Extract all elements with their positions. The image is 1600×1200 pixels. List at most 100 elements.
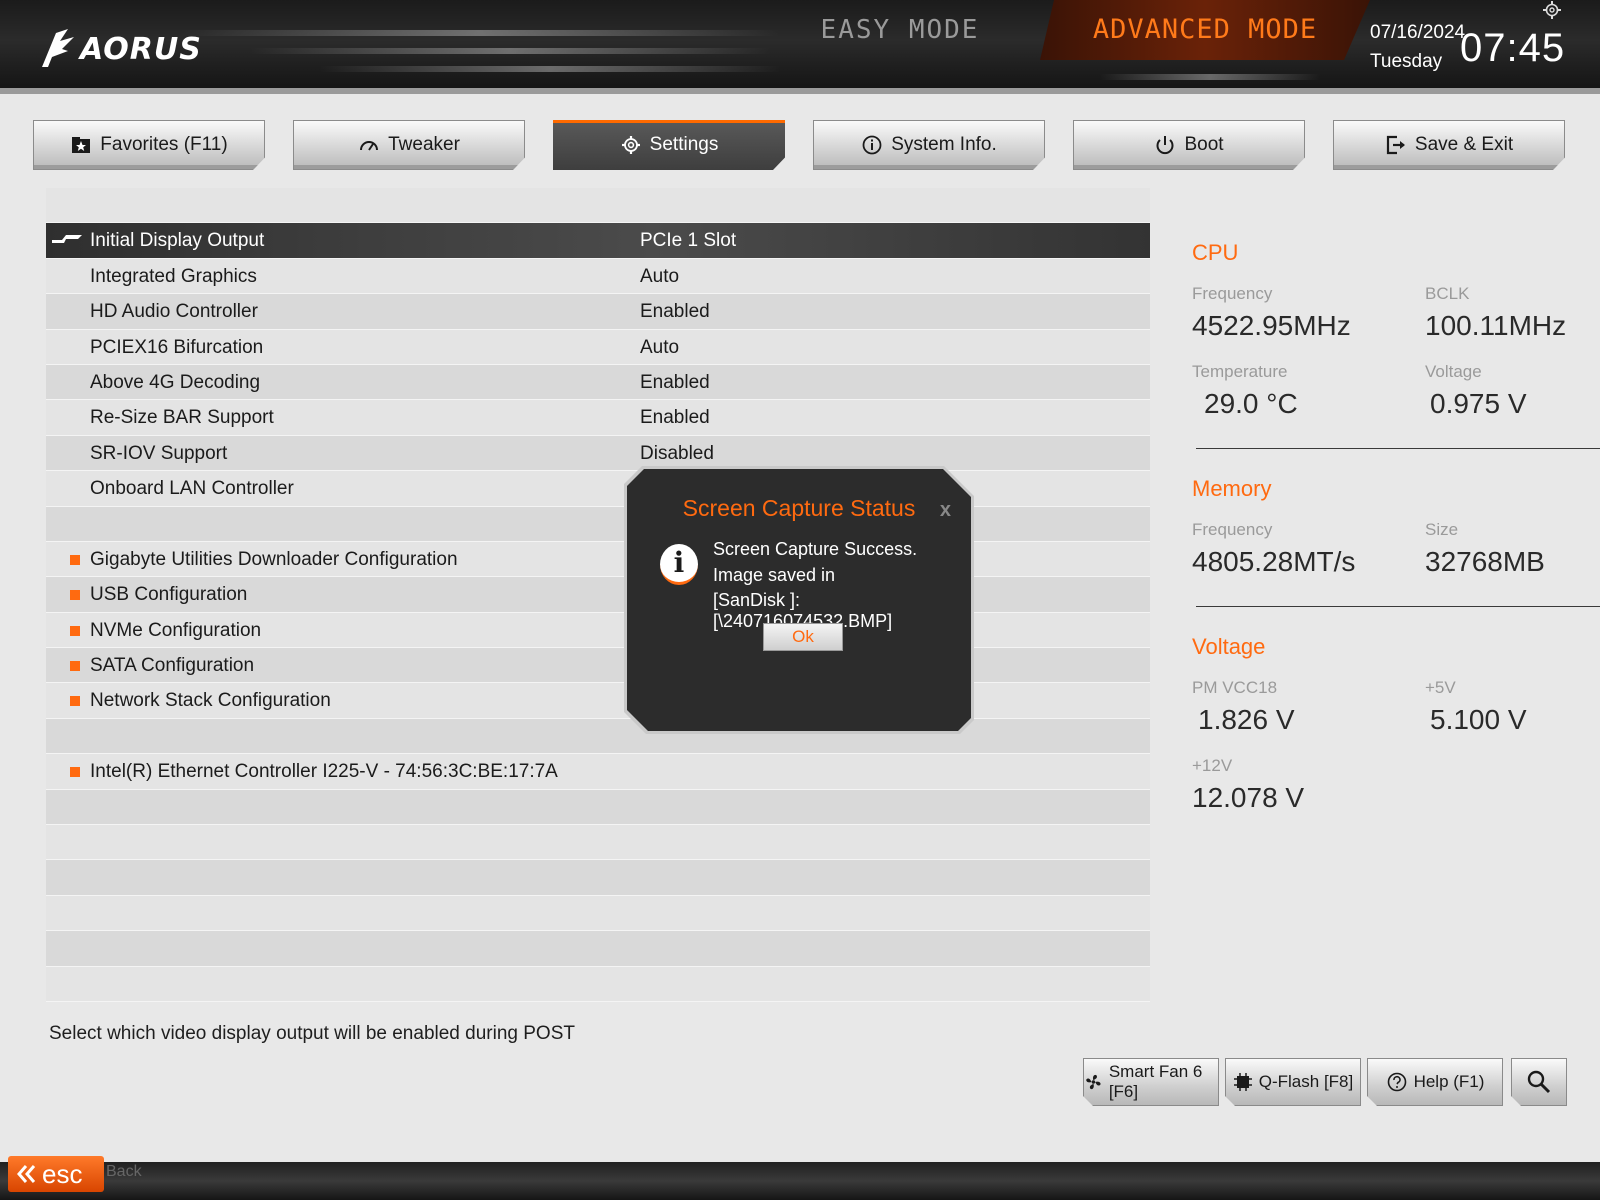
day-display: Tuesday [1370, 51, 1443, 72]
setting-row[interactable]: PCIEX16 Bifurcation Auto [46, 329, 1150, 365]
help-label: Help (F1) [1413, 1072, 1485, 1091]
cpu-temperature-label: Temperature [1192, 362, 1288, 381]
esc-label: esc [42, 1159, 83, 1189]
setting-name: Onboard LAN Controller [90, 478, 294, 500]
header-streak [250, 48, 770, 54]
selection-marker-icon [52, 235, 82, 244]
tab-boot[interactable]: Boot [1073, 120, 1305, 170]
chip-icon [1233, 1072, 1253, 1092]
tab-label: Save & Exit [1414, 134, 1514, 155]
setting-value[interactable]: Auto [640, 337, 679, 359]
header-streak [180, 30, 780, 36]
pmvcc18-label: PM VCC18 [1192, 678, 1278, 697]
memory-frequency-label: Frequency [1192, 520, 1273, 539]
setting-row[interactable]: Re-Size BAR Support Enabled [46, 400, 1150, 436]
v5-label: +5V [1425, 678, 1456, 697]
setting-row[interactable]: HD Audio Controller Enabled [46, 294, 1150, 330]
close-icon[interactable]: x [940, 499, 951, 522]
v12-value: 12.078 V [1192, 782, 1305, 813]
setting-value[interactable]: PCIe 1 Slot [640, 230, 736, 252]
submenu-item[interactable]: Network Stack Configuration [46, 683, 1150, 719]
qflash-button[interactable]: Q-Flash [F8] [1225, 1058, 1361, 1106]
fan-icon [1084, 1071, 1103, 1093]
pmvcc18-value: 1.826 V [1198, 704, 1295, 735]
cpu-frequency-value: 4522.95MHz [1192, 310, 1351, 341]
tab-favorites[interactable]: Favorites (F11) [33, 120, 265, 170]
search-icon [1526, 1069, 1552, 1095]
setting-value[interactable]: Enabled [640, 407, 710, 429]
dialog-title: Screen Capture Status [682, 495, 916, 521]
screen-capture-dialog: Screen Capture Status x i Screen Capture… [624, 466, 974, 734]
orange-bullet-icon [70, 554, 80, 565]
header-streak [1100, 74, 1320, 80]
submenu-item[interactable]: USB Configuration [46, 577, 1150, 613]
setting-name: PCIEX16 Bifurcation [90, 336, 264, 358]
settings-gear-icon[interactable] [1542, 0, 1562, 20]
esc-back-button[interactable]: esc [8, 1156, 104, 1192]
cpu-voltage-value: 0.975 V [1430, 388, 1527, 419]
memory-frequency-value: 4805.28MT/s [1192, 546, 1356, 577]
setting-row[interactable]: SR-IOV Support Disabled [46, 435, 1150, 472]
setting-name: Gigabyte Utilities Downloader Configurat… [90, 548, 458, 570]
tab-label: Favorites (F11) [100, 134, 228, 155]
ok-button[interactable]: Ok [763, 623, 843, 651]
qflash-label: Q-Flash [F8] [1258, 1072, 1354, 1091]
setting-row[interactable]: Above 4G Decoding Enabled [46, 364, 1150, 401]
setting-name: Intel(R) Ethernet Controller I225-V - 74… [90, 761, 558, 783]
logo-text: AORUS [80, 31, 202, 67]
setting-row-selected[interactable]: Initial Display Output PCIe 1 Slot [46, 223, 1150, 259]
setting-name: Network Stack Configuration [90, 690, 331, 712]
tab-system-info[interactable]: System Info. [813, 120, 1045, 170]
setting-value[interactable]: Enabled [640, 301, 710, 323]
submenu-item[interactable]: NVMe Configuration [46, 612, 1150, 649]
tab-tweaker[interactable]: Tweaker [293, 120, 525, 170]
tab-label: Tweaker [388, 134, 460, 155]
cpu-section-title: CPU [1192, 240, 1239, 265]
setting-row[interactable]: Onboard LAN ControllerEnabled [46, 471, 1150, 507]
v12-label: +12V [1192, 756, 1233, 775]
cpu-frequency-label: Frequency [1192, 284, 1273, 303]
dialog-message-line: Image saved in [713, 565, 836, 585]
submenu-item[interactable]: Gigabyte Utilities Downloader Configurat… [46, 541, 1150, 578]
advanced-mode-button[interactable]: ADVANCED MODE [1040, 0, 1370, 60]
star-folder-icon [70, 134, 92, 156]
setting-name: NVMe Configuration [90, 619, 262, 641]
setting-value[interactable]: Disabled [640, 443, 714, 465]
power-icon [1154, 134, 1176, 156]
tab-save-exit[interactable]: Save & Exit [1333, 120, 1565, 170]
empty-row [46, 966, 1150, 1002]
smart-fan-button[interactable]: Smart Fan 6 [F6] [1083, 1058, 1219, 1106]
empty-row [46, 860, 1150, 896]
submenu-item[interactable]: SATA Configuration [46, 648, 1150, 684]
easy-mode-button[interactable]: EASY MODE [800, 0, 1000, 60]
tab-label: Settings [649, 134, 719, 155]
help-button[interactable]: Help (F1) [1367, 1058, 1503, 1106]
back-arrow-icon [17, 1165, 36, 1183]
setting-name: Above 4G Decoding [90, 371, 261, 393]
orange-bullet-icon [70, 767, 80, 778]
info-icon: i [660, 544, 698, 585]
setting-value[interactable]: Auto [640, 266, 679, 288]
empty-row [46, 825, 1150, 861]
empty-row [46, 188, 1150, 224]
bclk-label: BCLK [1425, 284, 1470, 303]
setting-value[interactable]: Enabled [640, 372, 710, 394]
cpu-voltage-label: Voltage [1425, 362, 1482, 381]
setting-name: SR-IOV Support [90, 442, 228, 464]
setting-name: HD Audio Controller [90, 301, 258, 323]
date-display: 07/16/2024 [1370, 22, 1466, 43]
tab-settings[interactable]: Settings [553, 120, 785, 170]
setting-name: Re-Size BAR Support [90, 407, 274, 429]
setting-name: Initial Display Output [90, 230, 265, 252]
setting-name: SATA Configuration [90, 655, 255, 677]
time-display: 07:45 [1460, 26, 1566, 70]
section-divider [1196, 606, 1600, 607]
submenu-item[interactable]: Intel(R) Ethernet Controller I225-V - 74… [46, 754, 1150, 790]
v5-value: 5.100 V [1430, 704, 1527, 735]
memory-size-label: Size [1425, 520, 1459, 539]
search-button[interactable] [1511, 1058, 1567, 1106]
setting-name: Integrated Graphics [90, 265, 257, 287]
setting-name: USB Configuration [90, 584, 248, 606]
setting-row[interactable]: Integrated Graphics Auto [46, 258, 1150, 295]
orange-bullet-icon [70, 696, 80, 707]
